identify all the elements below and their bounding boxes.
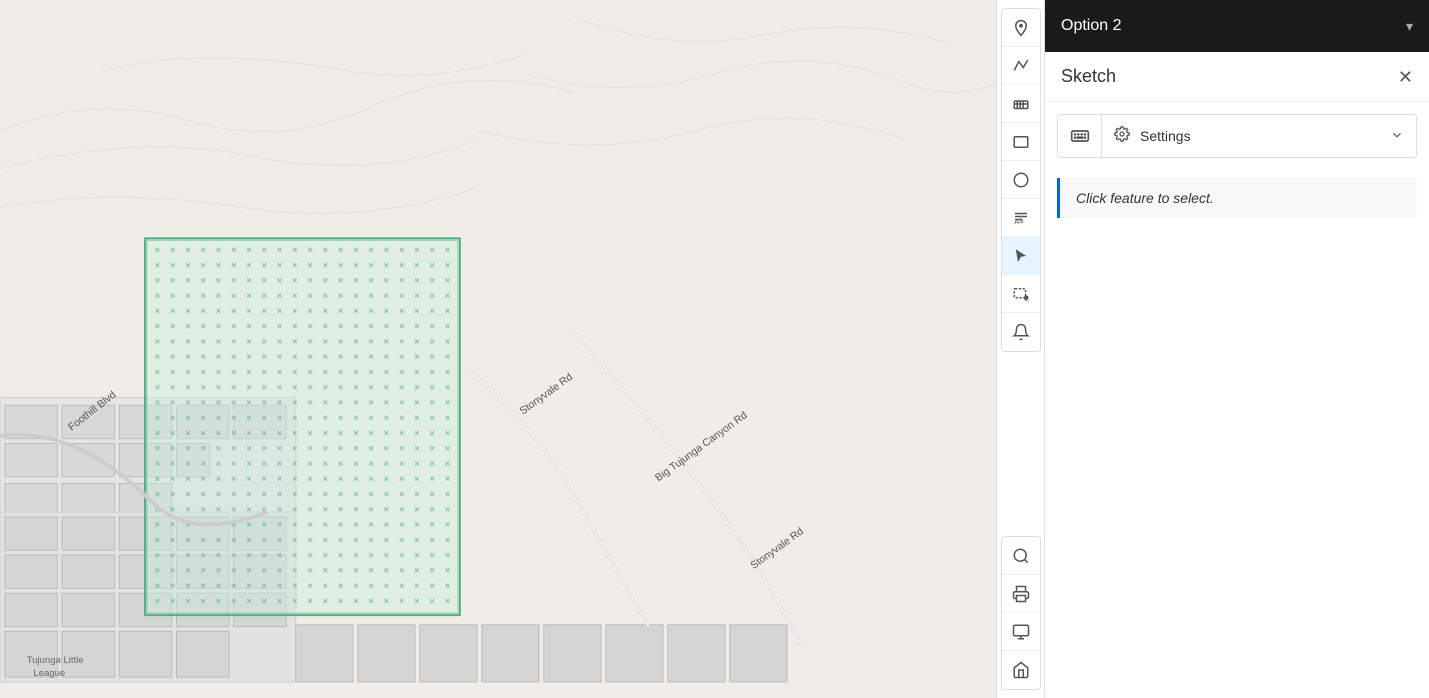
- settings-chevron-icon: [1390, 128, 1404, 145]
- rectangle-tool-button[interactable]: [1002, 123, 1040, 161]
- freehand-tool-button[interactable]: [1002, 85, 1040, 123]
- print-tool-button[interactable]: [1002, 575, 1040, 613]
- right-panel: A≡: [996, 0, 1429, 698]
- settings-button[interactable]: Settings: [1102, 115, 1416, 157]
- sketch-title: Sketch: [1061, 66, 1116, 87]
- toolbar-top-group: A≡: [1001, 8, 1041, 352]
- sketch-header: Sketch ✕: [1045, 52, 1429, 102]
- toolbar: A≡: [996, 0, 1044, 698]
- settings-gear-icon: [1114, 126, 1130, 147]
- svg-text:Stonyvale Rd: Stonyvale Rd: [518, 372, 575, 418]
- toolbar-bottom-group: [1001, 536, 1041, 690]
- svg-text:Foothill Blvd: Foothill Blvd: [67, 389, 119, 433]
- settings-label: Settings: [1140, 128, 1191, 144]
- settings-row: Settings: [1057, 114, 1417, 158]
- info-post: to select.: [1154, 190, 1214, 206]
- polyline-tool-button[interactable]: [1002, 47, 1040, 85]
- bell-tool-button[interactable]: [1002, 313, 1040, 351]
- monitor-tool-button[interactable]: [1002, 613, 1040, 651]
- info-feature: feature: [1110, 190, 1154, 206]
- svg-text:Tujunga Little: Tujunga Little: [27, 655, 84, 666]
- info-message: Click feature to select.: [1057, 178, 1417, 218]
- text-tool-button[interactable]: A≡: [1002, 199, 1040, 237]
- option-chevron-icon[interactable]: ▾: [1406, 18, 1413, 35]
- circle-tool-button[interactable]: [1002, 161, 1040, 199]
- search-tool-button[interactable]: [1002, 537, 1040, 575]
- select-tool-button[interactable]: [1002, 237, 1040, 275]
- map-container[interactable]: Stonyvale Rd Big Tujunga Canyon Rd Stony…: [0, 0, 996, 698]
- sketch-close-button[interactable]: ✕: [1398, 68, 1413, 86]
- pin-tool-button[interactable]: [1002, 9, 1040, 47]
- option-header[interactable]: Option 2 ▾: [1045, 0, 1429, 52]
- svg-text:A≡: A≡: [1014, 217, 1024, 226]
- select-rect-tool-button[interactable]: [1002, 275, 1040, 313]
- sketch-panel: Option 2 ▾ Sketch ✕: [1044, 0, 1429, 698]
- svg-text:Big Tujunga Canyon Rd: Big Tujunga Canyon Rd: [654, 410, 750, 484]
- keyboard-button[interactable]: [1058, 115, 1102, 157]
- info-pre: Click: [1076, 190, 1110, 206]
- home-tool-button[interactable]: [1002, 651, 1040, 689]
- svg-text:Stonyvale Rd: Stonyvale Rd: [749, 526, 806, 572]
- option-title: Option 2: [1061, 17, 1121, 35]
- svg-text:League: League: [33, 668, 65, 679]
- map-svg: Stonyvale Rd Big Tujunga Canyon Rd Stony…: [0, 0, 996, 698]
